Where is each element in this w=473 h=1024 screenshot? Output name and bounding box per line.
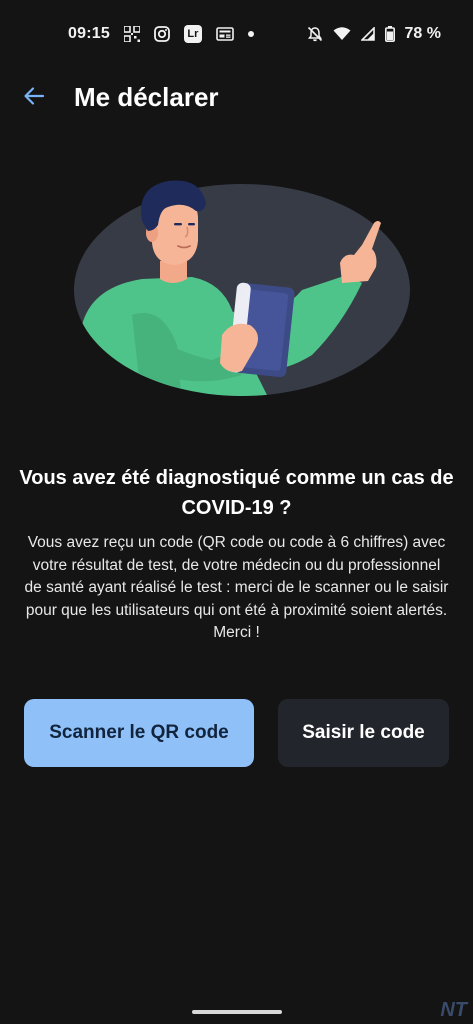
status-right: 78 % xyxy=(307,25,441,43)
home-indicator[interactable] xyxy=(192,1010,282,1014)
news-icon xyxy=(216,27,234,41)
status-left: 09:15 Lr xyxy=(68,25,254,43)
wifi-icon xyxy=(333,27,351,41)
battery-percentage: 78 % xyxy=(404,25,441,42)
back-arrow-icon xyxy=(22,84,46,113)
person-with-tablet-illustration xyxy=(74,180,410,396)
status-bar: 09:15 Lr 78 % xyxy=(0,0,473,68)
enter-code-button[interactable]: Saisir le code xyxy=(278,699,449,767)
do-not-disturb-icon xyxy=(307,26,323,42)
qr-code-icon xyxy=(123,26,140,42)
instructions-text: Vous avez reçu un code (QR code ou code … xyxy=(24,534,449,641)
question-heading: Vous avez été diagnostiqué comme un cas … xyxy=(19,467,454,519)
notification-dot-icon xyxy=(247,31,254,37)
instagram-icon xyxy=(154,26,170,42)
app-bar: Me déclarer xyxy=(0,68,473,128)
status-time: 09:15 xyxy=(68,25,110,42)
lightroom-icon: Lr xyxy=(183,25,202,43)
page-title: Me déclarer xyxy=(74,82,219,112)
back-button[interactable] xyxy=(14,78,54,118)
battery-icon xyxy=(384,26,395,42)
scan-qr-code-button[interactable]: Scanner le QR code xyxy=(24,699,254,767)
illustration xyxy=(72,175,412,405)
signal-icon xyxy=(360,27,375,41)
watermark-logo: NT xyxy=(440,999,467,1021)
